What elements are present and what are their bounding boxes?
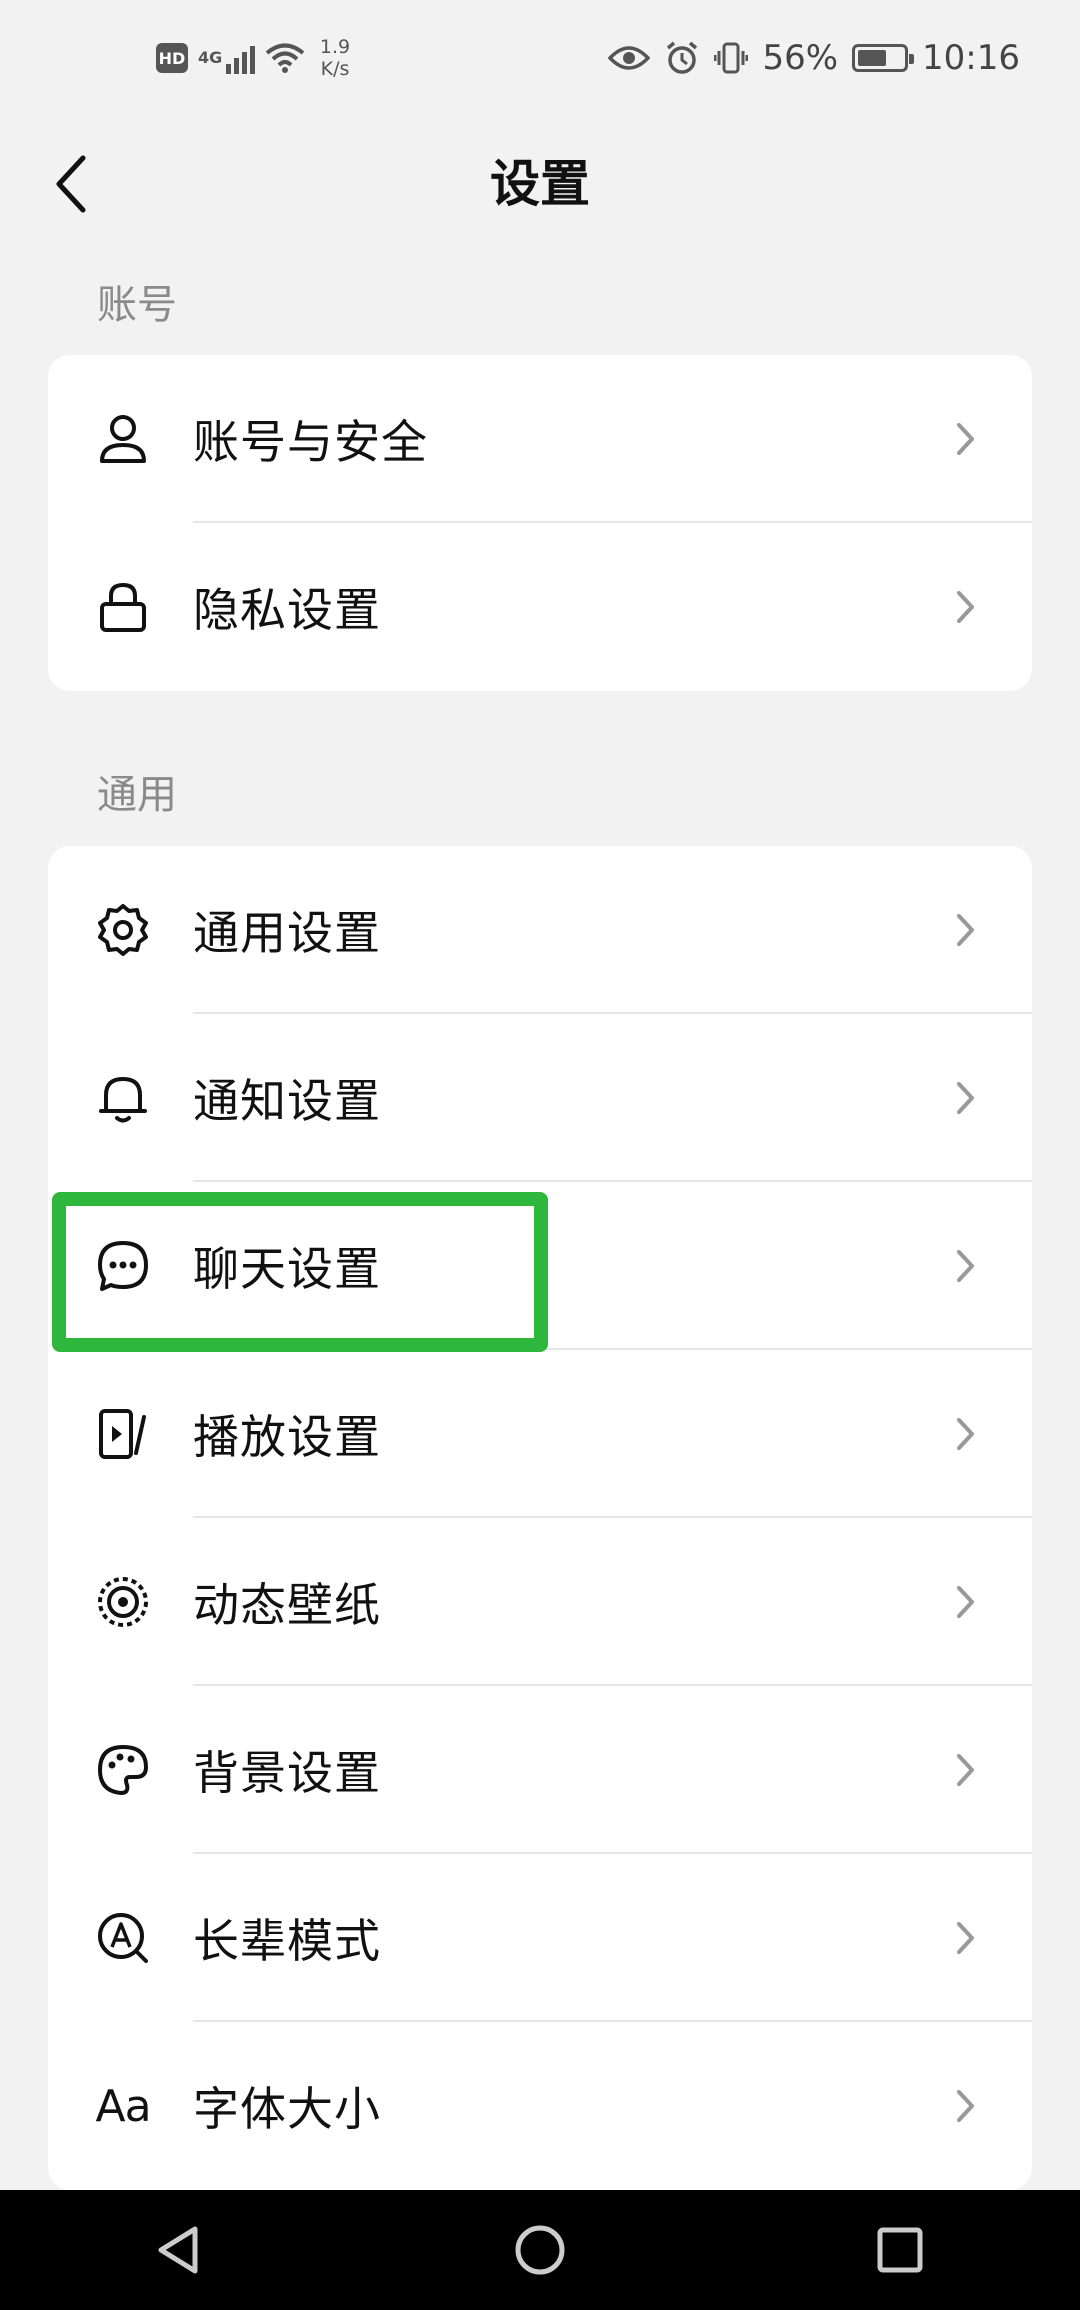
gear-icon bbox=[96, 903, 150, 957]
row-label: 通知设置 bbox=[193, 1074, 381, 1128]
section-label-general: 通用 bbox=[97, 772, 177, 818]
row-label: 通用设置 bbox=[193, 906, 381, 960]
play-device-icon bbox=[96, 1407, 150, 1461]
row-general-settings[interactable]: 通用设置 bbox=[48, 846, 1032, 1014]
row-label: 播放设置 bbox=[193, 1410, 381, 1464]
nav-home-button[interactable] bbox=[480, 2190, 600, 2310]
nav-back-button[interactable] bbox=[120, 2190, 240, 2310]
account-card: 账号与安全 隐私设置 bbox=[48, 355, 1032, 691]
chevron-right-icon bbox=[957, 2090, 974, 2122]
font-size-icon-text: Aa bbox=[95, 2080, 151, 2132]
status-bar: HD 4G 1.9 K/s 56% 10:16 bbox=[0, 0, 1080, 124]
clock: 10:16 bbox=[922, 38, 1020, 78]
general-card: 通用设置 通知设置 聊天设置 播放设置 动态壁纸 背景设置 长辈模式 Aa 字体… bbox=[48, 846, 1032, 2190]
row-label: 动态壁纸 bbox=[193, 1578, 381, 1632]
row-label: 长辈模式 bbox=[193, 1914, 381, 1968]
triangle-back-icon bbox=[158, 2226, 198, 2274]
row-live-wallpaper[interactable]: 动态壁纸 bbox=[48, 1518, 1032, 1686]
wifi-icon bbox=[265, 43, 305, 73]
row-label: 聊天设置 bbox=[193, 1242, 381, 1296]
section-label-account: 账号 bbox=[97, 282, 177, 328]
system-nav-bar bbox=[0, 2190, 1080, 2310]
row-font-size[interactable]: Aa 字体大小 bbox=[48, 2022, 1032, 2190]
row-label: 字体大小 bbox=[193, 2082, 381, 2136]
target-icon bbox=[96, 1575, 150, 1629]
nav-header: 设置 bbox=[0, 124, 1080, 244]
chevron-right-icon bbox=[957, 1250, 974, 1282]
lock-icon bbox=[96, 580, 150, 634]
chevron-right-icon bbox=[957, 423, 974, 455]
hd-badge: HD bbox=[156, 43, 188, 73]
row-label: 背景设置 bbox=[193, 1746, 381, 1800]
status-left: HD 4G 1.9 K/s bbox=[156, 36, 355, 80]
network-speed: 1.9 K/s bbox=[315, 36, 355, 80]
row-account-security[interactable]: 账号与安全 bbox=[48, 355, 1032, 523]
row-background-settings[interactable]: 背景设置 bbox=[48, 1686, 1032, 1854]
battery-icon bbox=[852, 44, 915, 72]
person-icon bbox=[96, 412, 150, 466]
nav-recents-button[interactable] bbox=[840, 2190, 960, 2310]
chat-bubble-icon bbox=[96, 1239, 150, 1293]
square-recents-icon bbox=[877, 2227, 923, 2273]
elder-mode-icon bbox=[96, 1911, 150, 1965]
chevron-right-icon bbox=[957, 914, 974, 946]
speed-unit: K/s bbox=[320, 58, 350, 80]
chevron-right-icon bbox=[957, 1754, 974, 1786]
row-playback-settings[interactable]: 播放设置 bbox=[48, 1350, 1032, 1518]
row-label: 隐私设置 bbox=[193, 583, 381, 637]
font-size-icon: Aa bbox=[95, 2079, 151, 2133]
chevron-right-icon bbox=[957, 1418, 974, 1450]
chevron-right-icon bbox=[957, 1922, 974, 1954]
row-chat-settings[interactable]: 聊天设置 bbox=[48, 1182, 1032, 1350]
palette-icon bbox=[96, 1743, 150, 1797]
status-right: 56% 10:16 bbox=[608, 38, 1020, 78]
row-notification-settings[interactable]: 通知设置 bbox=[48, 1014, 1032, 1182]
network-type: 4G bbox=[198, 48, 223, 67]
row-label: 账号与安全 bbox=[193, 415, 428, 469]
signal-icon bbox=[226, 42, 255, 74]
chevron-right-icon bbox=[957, 591, 974, 623]
row-privacy-settings[interactable]: 隐私设置 bbox=[48, 523, 1032, 691]
row-elder-mode[interactable]: 长辈模式 bbox=[48, 1854, 1032, 2022]
alarm-icon bbox=[667, 41, 698, 74]
battery-percent: 56% bbox=[762, 38, 839, 78]
vibrate-icon bbox=[714, 42, 749, 74]
chevron-right-icon bbox=[957, 1082, 974, 1114]
speed-value: 1.9 bbox=[319, 36, 351, 58]
bell-icon bbox=[96, 1071, 150, 1125]
eye-icon bbox=[608, 46, 651, 70]
page-title: 设置 bbox=[490, 155, 590, 213]
circle-home-icon bbox=[515, 2225, 565, 2275]
chevron-right-icon bbox=[957, 1586, 974, 1618]
